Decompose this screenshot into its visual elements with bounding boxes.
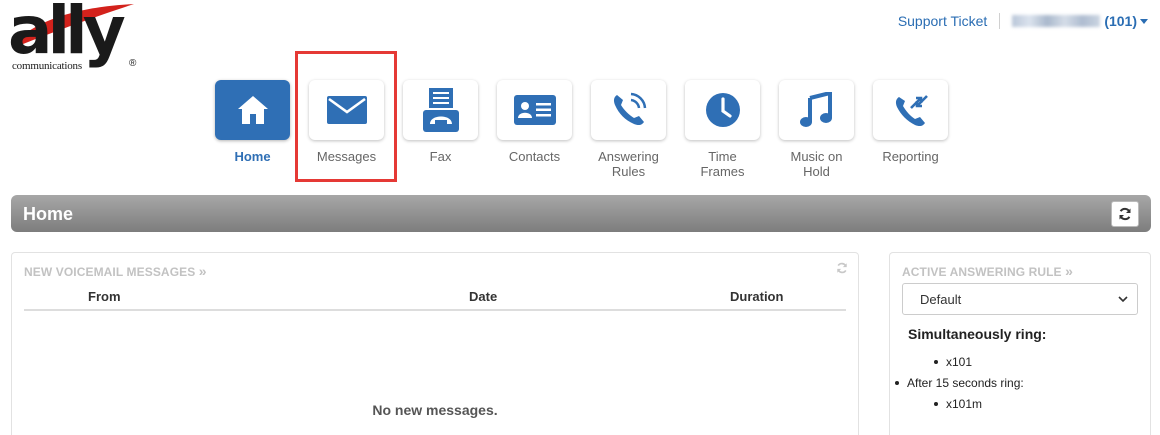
bullet-icon <box>934 401 938 406</box>
nav-time-frames-label: Time Frames <box>700 149 745 179</box>
answering-rule-selected-value: Default <box>920 292 962 307</box>
nav-home-tile[interactable] <box>215 80 290 140</box>
simultaneous-ring-label: Simultaneously ring: <box>908 326 1047 342</box>
page-header-bar: Home <box>11 195 1151 232</box>
nav-contacts-tile[interactable] <box>497 80 572 140</box>
nav-music-on-hold-label-line2: Hold <box>803 164 830 179</box>
header-links: Support Ticket (101) <box>898 13 1148 29</box>
nav-fax-tile[interactable] <box>403 80 478 140</box>
delayed-ring-target-text: x101m <box>946 397 983 411</box>
nav-music-on-hold-label: Music on Hold <box>790 149 842 179</box>
phone-ringing-icon <box>613 92 646 126</box>
answering-rule-select[interactable]: Default <box>902 283 1138 315</box>
support-ticket-link[interactable]: Support Ticket <box>898 13 988 29</box>
nav-home[interactable]: Home <box>215 80 290 179</box>
voicemail-panel: NEW VOICEMAIL MESSAGES » From Date Durat… <box>11 252 859 435</box>
refresh-icon <box>837 262 847 274</box>
ring-target-item: x101 <box>934 355 972 369</box>
delayed-ring-text: After 15 seconds ring: <box>907 376 1024 390</box>
voicemail-heading[interactable]: NEW VOICEMAIL MESSAGES » <box>24 263 207 279</box>
column-header-from[interactable]: From <box>88 289 121 304</box>
refresh-button[interactable] <box>1111 201 1139 227</box>
voicemail-refresh-button[interactable] <box>836 261 848 279</box>
header-divider <box>999 13 1001 29</box>
column-header-duration[interactable]: Duration <box>730 289 783 304</box>
contact-card-icon <box>513 95 556 125</box>
user-extension: (101) <box>1104 13 1137 29</box>
nav-time-frames-tile[interactable] <box>685 80 760 140</box>
nav-answering-rules-label: Answering Rules <box>598 149 659 179</box>
chevron-down-icon <box>1118 296 1128 303</box>
logo-registered-mark: ® <box>129 58 137 69</box>
clock-icon <box>705 93 740 127</box>
nav-reporting-tile[interactable] <box>873 80 948 140</box>
nav-time-frames[interactable]: Time Frames <box>685 80 760 179</box>
fax-icon <box>422 88 459 132</box>
logo-wordmark: ally <box>8 0 126 69</box>
user-menu[interactable]: (101) <box>1012 13 1148 29</box>
answering-rule-heading-text: ACTIVE ANSWERING RULE <box>902 265 1062 279</box>
nav-music-on-hold-tile[interactable] <box>779 80 854 140</box>
empty-messages-text: No new messages. <box>372 402 498 418</box>
nav-answering-rules-label-line2: Rules <box>611 164 646 179</box>
nav-contacts-label: Contacts <box>508 149 561 164</box>
voicemail-table-header: From Date Duration <box>24 289 846 311</box>
answering-rule-panel: ACTIVE ANSWERING RULE » Default Simultan… <box>889 252 1151 435</box>
logo-subtitle: communications <box>12 60 82 72</box>
bullet-icon <box>934 359 938 364</box>
nav-reporting-label: Reporting <box>882 149 939 164</box>
delayed-ring-target-item: x101m <box>934 397 982 411</box>
nav-fax-label: Fax <box>429 149 452 164</box>
nav-answering-rules[interactable]: Answering Rules <box>591 80 666 179</box>
nav-fax[interactable]: Fax <box>403 80 478 179</box>
refresh-icon <box>1119 207 1131 221</box>
nav-music-on-hold[interactable]: Music on Hold <box>779 80 854 179</box>
nav-reporting[interactable]: Reporting <box>873 80 948 179</box>
nav-home-label: Home <box>234 149 271 164</box>
page-title: Home <box>23 204 74 224</box>
nav-contacts[interactable]: Contacts <box>497 80 572 179</box>
voicemail-heading-text: NEW VOICEMAIL MESSAGES <box>24 265 196 279</box>
bullet-icon <box>895 380 899 385</box>
messages-highlight-box <box>295 51 397 182</box>
chevron-down-icon <box>1140 18 1148 24</box>
delayed-ring-item: After 15 seconds ring: <box>895 376 1024 390</box>
nav-answering-rules-tile[interactable] <box>591 80 666 140</box>
column-header-date[interactable]: Date <box>469 289 497 304</box>
double-chevron-right-icon: » <box>198 263 207 279</box>
ring-target-text: x101 <box>946 355 973 369</box>
nav-answering-rules-label-line1: Answering <box>598 149 659 164</box>
call-log-icon <box>895 95 928 127</box>
ally-logo: ally communications ® <box>8 0 143 74</box>
user-name-redacted <box>1012 15 1101 27</box>
answering-rule-heading[interactable]: ACTIVE ANSWERING RULE » <box>902 263 1073 279</box>
double-chevron-right-icon: » <box>1065 263 1073 279</box>
nav-music-on-hold-label-line1: Music on <box>790 149 843 164</box>
home-icon <box>237 96 268 124</box>
music-note-icon <box>799 92 832 127</box>
